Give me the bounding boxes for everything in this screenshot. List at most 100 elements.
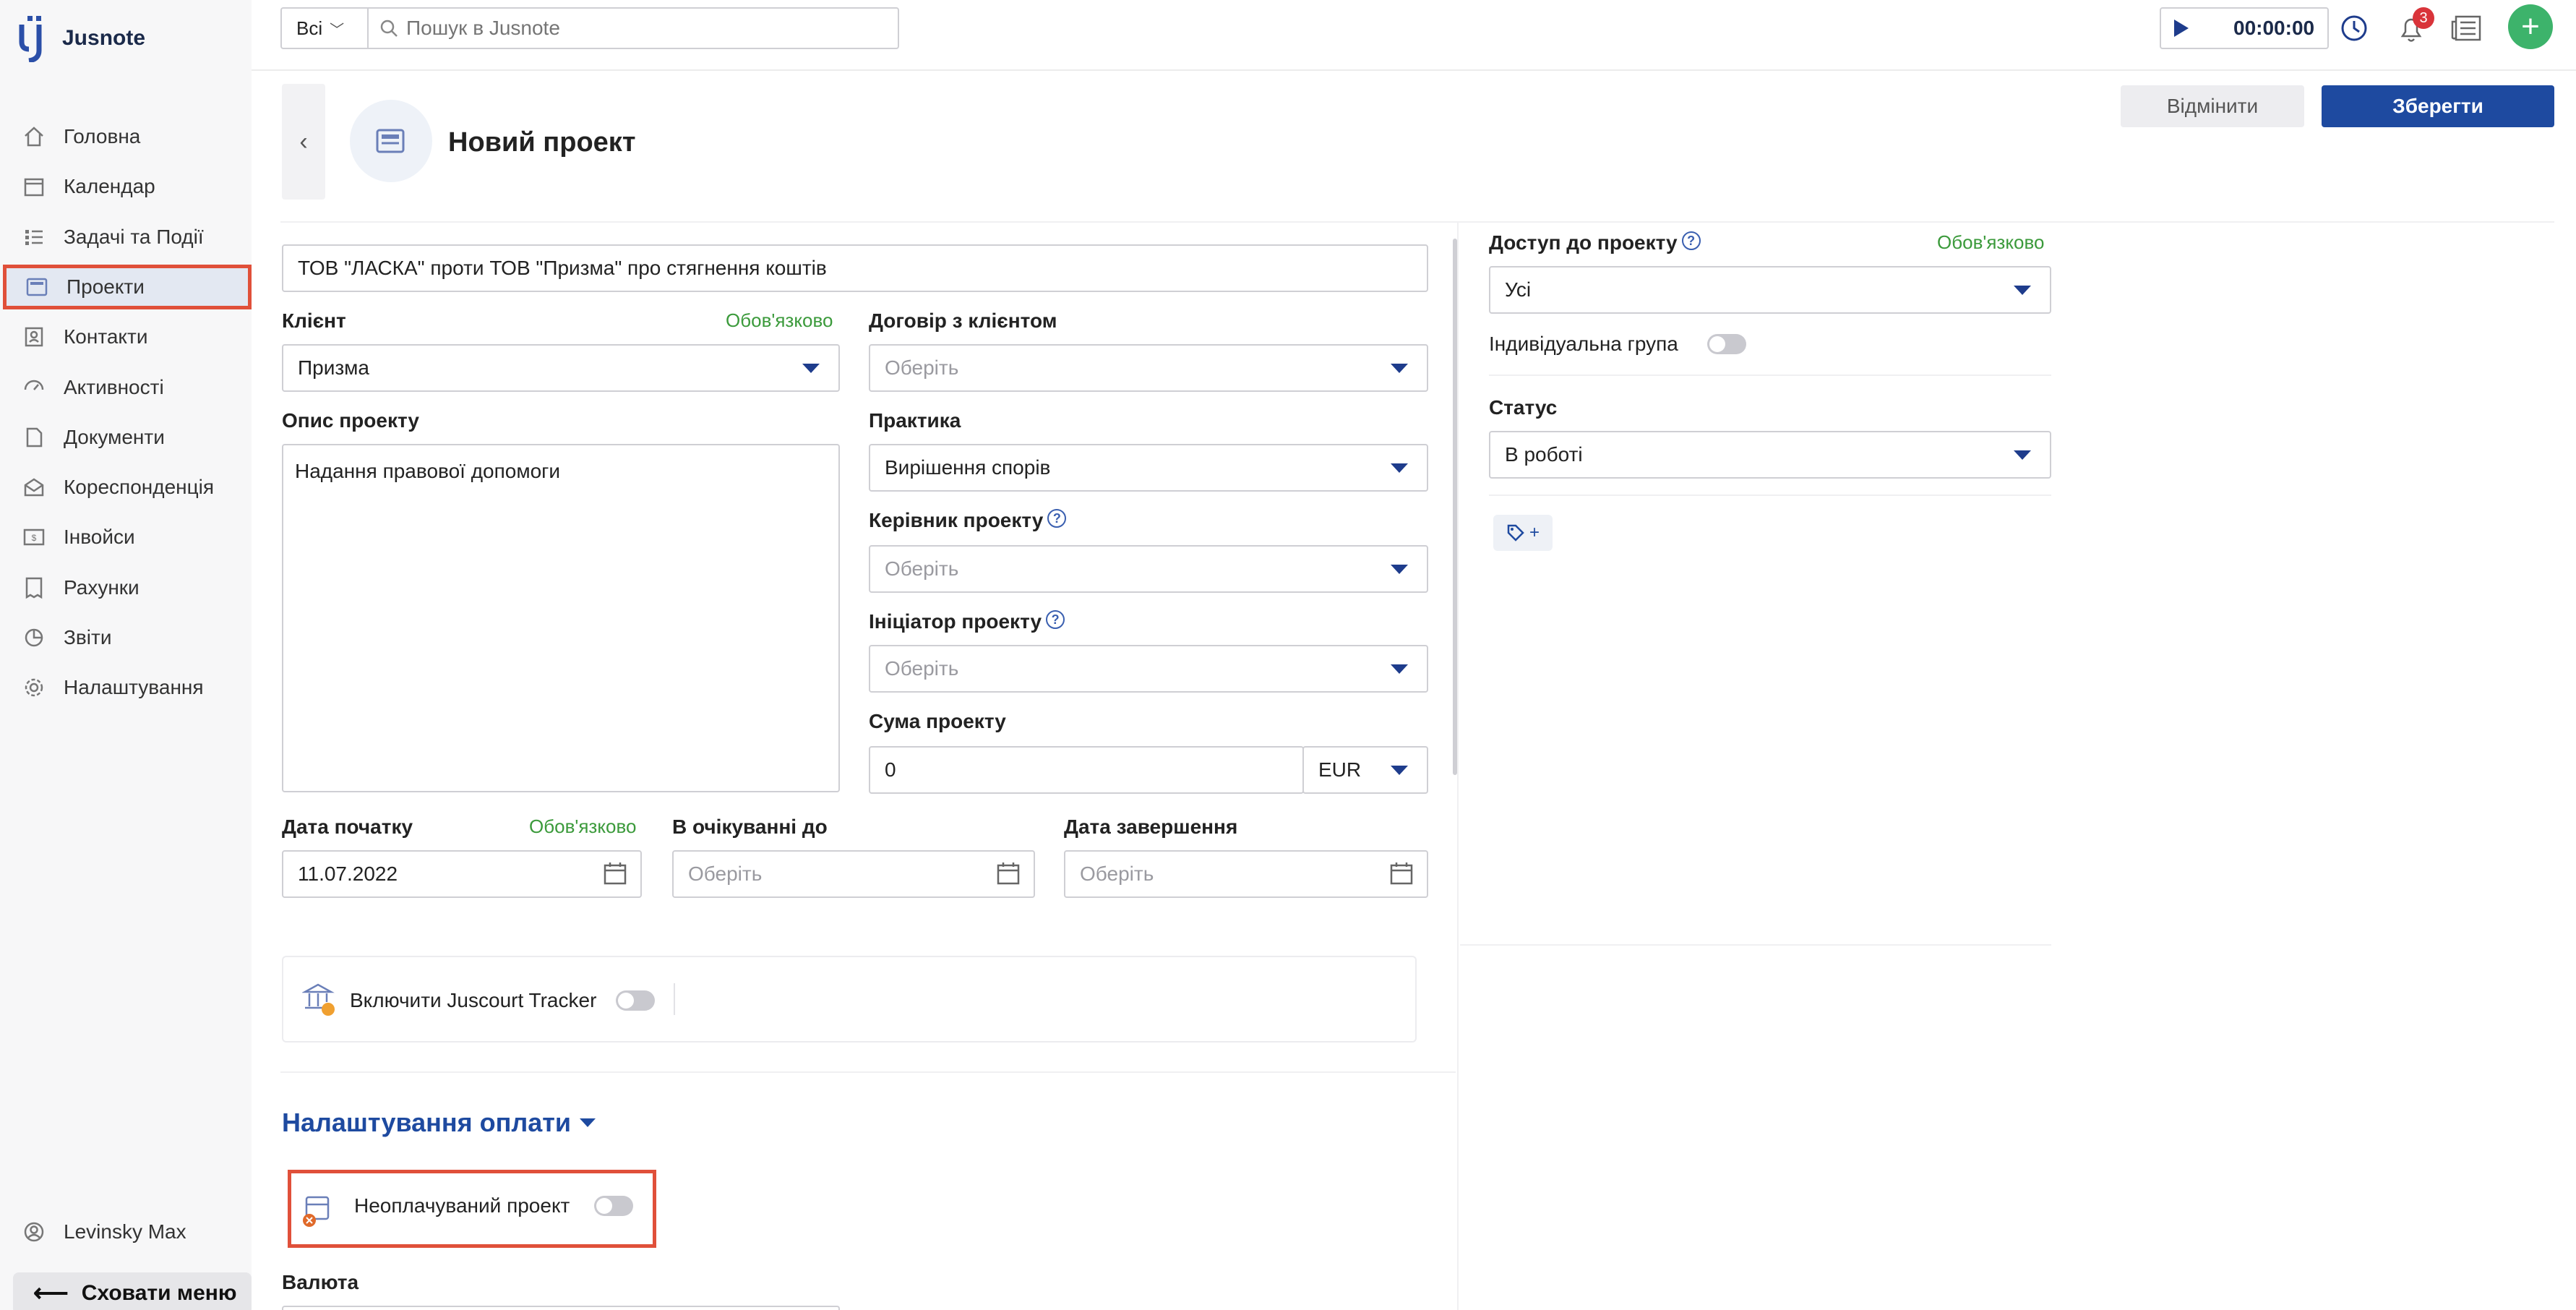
caret-down-icon — [2014, 286, 2031, 295]
unpaid-project-toggle[interactable] — [594, 1196, 633, 1216]
end-date-input[interactable]: Оберіть — [1064, 850, 1428, 898]
calendar-icon[interactable] — [1389, 861, 1414, 886]
payment-settings-toggle[interactable]: Налаштування оплати — [282, 1108, 596, 1138]
timer-value: 00:00:00 — [2233, 17, 2315, 39]
documents-icon — [22, 425, 46, 450]
initiator-label-text: Ініціатор проекту — [869, 610, 1042, 633]
sum-input[interactable]: 0 — [869, 746, 1304, 794]
search-box[interactable] — [367, 7, 899, 49]
juscourt-toggle[interactable] — [616, 990, 655, 1011]
project-name-input[interactable]: ТОВ "ЛАСКА" проти ТОВ "Призма" про стягн… — [282, 244, 1428, 292]
currency-select[interactable]: EUR — [1302, 746, 1428, 794]
gear-icon — [22, 675, 46, 700]
plus-icon: + — [2521, 9, 2540, 44]
practice-select[interactable]: Вирішення спорів — [869, 444, 1428, 492]
caret-down-icon — [1391, 565, 1408, 574]
arrow-left-icon: ⟵ — [33, 1280, 69, 1307]
description-label: Опис проекту — [282, 409, 419, 432]
sidebar-item-12[interactable]: Налаштування — [0, 665, 252, 710]
sidebar-item-11[interactable]: Звіти — [0, 615, 252, 660]
save-button[interactable]: Зберегти — [2322, 85, 2554, 127]
sidebar-item-label: Головна — [64, 125, 141, 147]
project-folder-icon — [376, 129, 405, 153]
timer-widget[interactable]: 00:00:00 — [2160, 7, 2329, 49]
access-required: Обов'язково — [1937, 231, 2045, 253]
play-icon[interactable] — [2174, 20, 2189, 37]
client-select[interactable]: Призма — [282, 344, 840, 392]
sidebar-item-4[interactable]: Проекти — [3, 265, 252, 309]
pending-date-input[interactable]: Оберіть — [672, 850, 1035, 898]
divider — [1460, 944, 2051, 946]
payment-settings-title: Налаштування оплати — [282, 1108, 572, 1137]
caret-down-icon — [580, 1118, 596, 1127]
cancel-button[interactable]: Відмінити — [2121, 85, 2304, 127]
initiator-select[interactable]: Оберіть — [869, 645, 1428, 693]
pending-placeholder: Оберіть — [688, 862, 763, 885]
sidebar-item-6[interactable]: Активності — [0, 365, 252, 410]
search-input[interactable] — [406, 17, 883, 40]
sidebar-item-8[interactable]: Кореспонденція — [0, 465, 252, 510]
add-button[interactable]: + — [2508, 4, 2553, 49]
help-icon[interactable]: ? — [1681, 231, 1701, 250]
courthouse-icon — [302, 983, 335, 1016]
bills-icon — [22, 575, 46, 600]
tasks-icon — [22, 225, 46, 249]
sum-label: Сума проекту — [869, 710, 1006, 732]
notification-badge: 3 — [2413, 7, 2434, 29]
history-clock-icon[interactable] — [2339, 13, 2369, 43]
add-tag-button[interactable]: + — [1493, 515, 1553, 551]
caret-down-icon — [2014, 450, 2031, 460]
sidebar-item-7[interactable]: Документи — [0, 415, 252, 460]
calendar-icon[interactable] — [603, 861, 627, 886]
description-value: Надання правової допомоги — [295, 460, 561, 482]
help-icon[interactable]: ? — [1047, 509, 1067, 528]
end-date-placeholder: Оберіть — [1080, 862, 1154, 885]
start-date-required: Обов'язково — [529, 815, 637, 837]
currency-field[interactable] — [282, 1306, 840, 1310]
section-divider — [280, 1071, 1456, 1073]
start-date-input[interactable]: 11.07.2022 — [282, 850, 642, 898]
access-label: Доступ до проекту? — [1489, 231, 1701, 254]
help-icon[interactable]: ? — [1046, 610, 1065, 629]
unpaid-project-label: Неоплачуваний проект — [354, 1194, 570, 1217]
sidebar-item-label: Активності — [64, 376, 164, 398]
status-select[interactable]: В роботі — [1489, 431, 2051, 479]
access-select[interactable]: Усі — [1489, 266, 2051, 314]
sidebar-item-label: Календар — [64, 175, 155, 197]
calendar-icon[interactable] — [996, 861, 1021, 886]
sidebar-item-5[interactable]: Контакти — [0, 314, 252, 359]
description-textarea[interactable]: Надання правової допомоги — [282, 444, 840, 792]
unpaid-wallet-icon — [303, 1196, 330, 1227]
divider — [1489, 495, 2051, 496]
sidebar-item-label: Задачі та Події — [64, 226, 204, 248]
sidebar-item-9[interactable]: $ Інвойси — [0, 515, 252, 560]
sidebar-item-3[interactable]: Задачі та Події — [0, 215, 252, 260]
page-title: Новий проект — [448, 127, 636, 158]
back-button[interactable]: ‹ — [282, 84, 325, 200]
search-icon — [380, 20, 398, 37]
news-icon[interactable] — [2450, 14, 2482, 42]
user-profile[interactable]: Levinsky Max — [0, 1210, 252, 1254]
contract-select[interactable]: Оберіть — [869, 344, 1428, 392]
chevron-left-icon: ‹ — [299, 127, 308, 155]
practice-value: Вирішення спорів — [885, 456, 1051, 479]
column-divider — [1457, 221, 1459, 1310]
search-scope-select[interactable]: Всі ﹀ — [280, 7, 367, 49]
hide-menu-button[interactable]: ⟵ Сховати меню — [13, 1272, 252, 1310]
chevron-down-icon: ﹀ — [330, 22, 345, 38]
sidebar-item-label: Інвойси — [64, 526, 135, 548]
sidebar-item-1[interactable]: Головна — [0, 114, 252, 159]
scope-value: Всі — [296, 17, 323, 39]
practice-label: Практика — [869, 409, 961, 432]
client-label: Клієнт — [282, 309, 346, 332]
contract-placeholder: Оберіть — [885, 356, 959, 379]
sidebar-item-2[interactable]: Календар — [0, 164, 252, 209]
individual-group-toggle[interactable] — [1707, 334, 1746, 354]
currency-label: Валюта — [282, 1271, 359, 1293]
topbar-divider — [252, 69, 2576, 71]
manager-select[interactable]: Оберіть — [869, 545, 1428, 593]
divider — [1489, 374, 2051, 376]
header-divider — [280, 221, 2554, 223]
app-name: Jusnote — [62, 26, 146, 50]
sidebar-item-10[interactable]: Рахунки — [0, 565, 252, 610]
